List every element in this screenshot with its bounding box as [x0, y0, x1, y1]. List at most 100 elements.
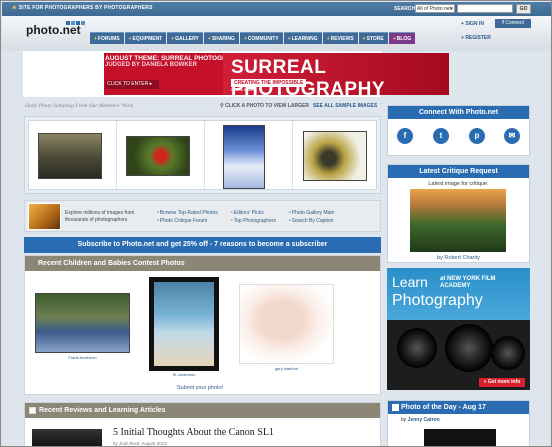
- plus-icon: +: [128, 36, 132, 42]
- go-button[interactable]: GO: [516, 4, 531, 14]
- tagline-text: SITE FOR PHOTOGRAPHERS BY PHOTOGRAPHERS: [18, 5, 153, 11]
- potd-by-prefix: by: [401, 417, 407, 423]
- photo-of-the-day-panel: Photo of the Day - Aug 17 by Jenny Catro…: [387, 400, 530, 446]
- top-strip: ★ SITE FOR PHOTOGRAPHERS BY PHOTOGRAPHERS…: [2, 2, 551, 16]
- potd-author-link[interactable]: Jenny Catron: [408, 417, 440, 423]
- contest-caption-3: gary stanford: [274, 366, 299, 371]
- review-thumbnail[interactable]: [32, 429, 102, 446]
- link-photo-critique-forum[interactable]: •Photo Critique Forum: [157, 217, 218, 225]
- plus-icon: +: [243, 36, 247, 42]
- register-label: REGISTER: [465, 35, 491, 41]
- link-search-by-caption[interactable]: •Search By Caption: [289, 217, 334, 225]
- link-top-photographers[interactable]: •Top Photographers: [231, 217, 276, 225]
- see-all-link[interactable]: SEE ALL SAMPLE IMAGES: [313, 103, 377, 109]
- nav-label: STORE: [366, 36, 384, 42]
- nav-reviews[interactable]: +REVIEWS: [322, 32, 358, 44]
- header: photo.net +FORUMS +EQUIPMENT +GALLERY +SHAR…: [2, 16, 551, 51]
- critique-image[interactable]: [410, 189, 506, 252]
- nav-store[interactable]: +STORE: [358, 32, 388, 44]
- explore-links-col3: •Photo Gallery Main •Search By Caption: [289, 209, 334, 225]
- link-browse-top-rated[interactable]: •Browse Top-Rated Photos: [157, 209, 218, 217]
- critique-panel-title: Latest Critique Request: [388, 165, 529, 178]
- contest-photo-1[interactable]: [35, 293, 130, 353]
- search-input[interactable]: [457, 4, 513, 13]
- plus-icon: +: [362, 36, 366, 42]
- connect-panel: Connect With Photo.net f t p ✉: [387, 105, 530, 156]
- submit-photo-link[interactable]: Submit your photo!: [177, 385, 223, 391]
- nav-blog[interactable]: +BLOG: [388, 32, 416, 44]
- nav-label: FORUMS: [97, 36, 120, 42]
- sample-cell: [205, 121, 293, 191]
- sample-cell: [293, 121, 378, 191]
- nav-community[interactable]: +COMMUNITY: [239, 32, 283, 44]
- bullet-icon: •: [289, 218, 291, 224]
- subscribe-banner[interactable]: Subscribe to Photo.net and get 25% off -…: [24, 237, 381, 253]
- review-article-title[interactable]: 5 Initial Thoughts About the Canon SL1: [113, 427, 274, 438]
- connect-button[interactable]: f Connect: [495, 19, 531, 28]
- sampling-caption: Daily Photo Sampling From Our Members' W…: [25, 103, 134, 109]
- sample-photo-mountain[interactable]: [223, 125, 265, 189]
- camera-lens-icon: [397, 328, 437, 368]
- contest-caption-1: Frank Anderson: [68, 355, 97, 360]
- potd-image[interactable]: [424, 429, 496, 446]
- plus-icon: +: [392, 36, 396, 42]
- nav-forums[interactable]: +FORUMS: [90, 32, 124, 44]
- click-to-enter-button[interactable]: CLICK TO ENTER ▸: [105, 80, 159, 89]
- review-byline: by Josh Root, August 2013: [113, 441, 167, 446]
- camera-lens-icon: [445, 324, 493, 372]
- sign-in-label: SIGN IN: [465, 21, 484, 27]
- plus-icon: +: [326, 36, 330, 42]
- pinterest-icon[interactable]: p: [469, 128, 485, 144]
- bullet-icon: •: [157, 210, 159, 216]
- contest-title: Recent Children and Babies Contest Photo…: [25, 256, 380, 271]
- sign-in-link[interactable]: + SIGN IN: [461, 21, 484, 27]
- critique-panel: Latest Critique Request Latest image for…: [387, 164, 530, 263]
- camera-icon: [392, 404, 399, 411]
- potd-byline: by Jenny Catron: [401, 417, 440, 423]
- register-link[interactable]: + REGISTER: [461, 35, 491, 41]
- ad-school: at NEW YORK FILM ACADEMY: [440, 276, 496, 289]
- samples-box: [24, 116, 381, 194]
- nav-equipment[interactable]: +EQUIPMENT: [124, 32, 167, 44]
- nav-label: REVIEWS: [330, 36, 354, 42]
- potd-title: Photo of the Day - Aug 17: [401, 404, 486, 411]
- search-scope-select[interactable]: All of Photo.net ▾: [415, 4, 455, 13]
- email-icon[interactable]: ✉: [504, 128, 520, 144]
- bullet-icon: •: [157, 218, 159, 224]
- nav-gallery[interactable]: +GALLERY: [167, 32, 203, 44]
- facebook-icon[interactable]: f: [397, 128, 413, 144]
- ad-more-info-button[interactable]: » Get more info: [479, 378, 525, 387]
- link-label: Top Photographers: [233, 218, 277, 224]
- explore-links-col2: •Editors' Picks •Top Photographers: [231, 209, 276, 225]
- bullet-icon: •: [231, 210, 233, 216]
- plus-icon: +: [171, 36, 175, 42]
- nav-learning[interactable]: +LEARNING: [283, 32, 322, 44]
- sample-photo-cabin[interactable]: [38, 133, 102, 179]
- sample-photo-flower[interactable]: [126, 136, 190, 176]
- bullet-icon: •: [289, 210, 291, 216]
- link-label: Photo Gallery Main: [291, 210, 335, 216]
- link-gallery-main[interactable]: •Photo Gallery Main: [289, 209, 334, 217]
- nav-sharing[interactable]: +SHARING: [203, 32, 239, 44]
- critique-byline[interactable]: by Robert Charity: [388, 255, 529, 261]
- explore-thumbnail[interactable]: [28, 203, 61, 230]
- link-editors-picks[interactable]: •Editors' Picks: [231, 209, 276, 217]
- twitter-icon[interactable]: t: [433, 128, 449, 144]
- explore-links-col1: •Browse Top-Rated Photos •Photo Critique…: [157, 209, 218, 225]
- click-label: CLICK TO ENTER: [107, 81, 149, 87]
- banner-right[interactable]: SURREAL PHOTOGRAPHY CREATING THE IMPOSSI…: [223, 53, 449, 100]
- contest-photo-3[interactable]: [239, 284, 334, 364]
- article-icon: [29, 407, 36, 414]
- sample-cell: [117, 121, 205, 191]
- contest-section: Recent Children and Babies Contest Photo…: [24, 255, 381, 395]
- sample-photo-bee[interactable]: [303, 131, 367, 181]
- nav-label: BLOG: [396, 36, 412, 42]
- click-larger-hint: ⚲ CLICK A PHOTO TO VIEW LARGER: [220, 103, 309, 109]
- advertisement[interactable]: Learn at NEW YORK FILM ACADEMY Photograp…: [387, 268, 530, 390]
- link-label: Editors' Picks: [233, 210, 264, 216]
- explore-text: Explore millions of images from thousand…: [65, 210, 135, 223]
- contest-photo-2[interactable]: [154, 282, 214, 366]
- potd-header: Photo of the Day - Aug 17: [388, 401, 529, 414]
- chevron-down-icon: ▾: [450, 6, 453, 12]
- tagline: ★ SITE FOR PHOTOGRAPHERS BY PHOTOGRAPHERS: [12, 5, 153, 11]
